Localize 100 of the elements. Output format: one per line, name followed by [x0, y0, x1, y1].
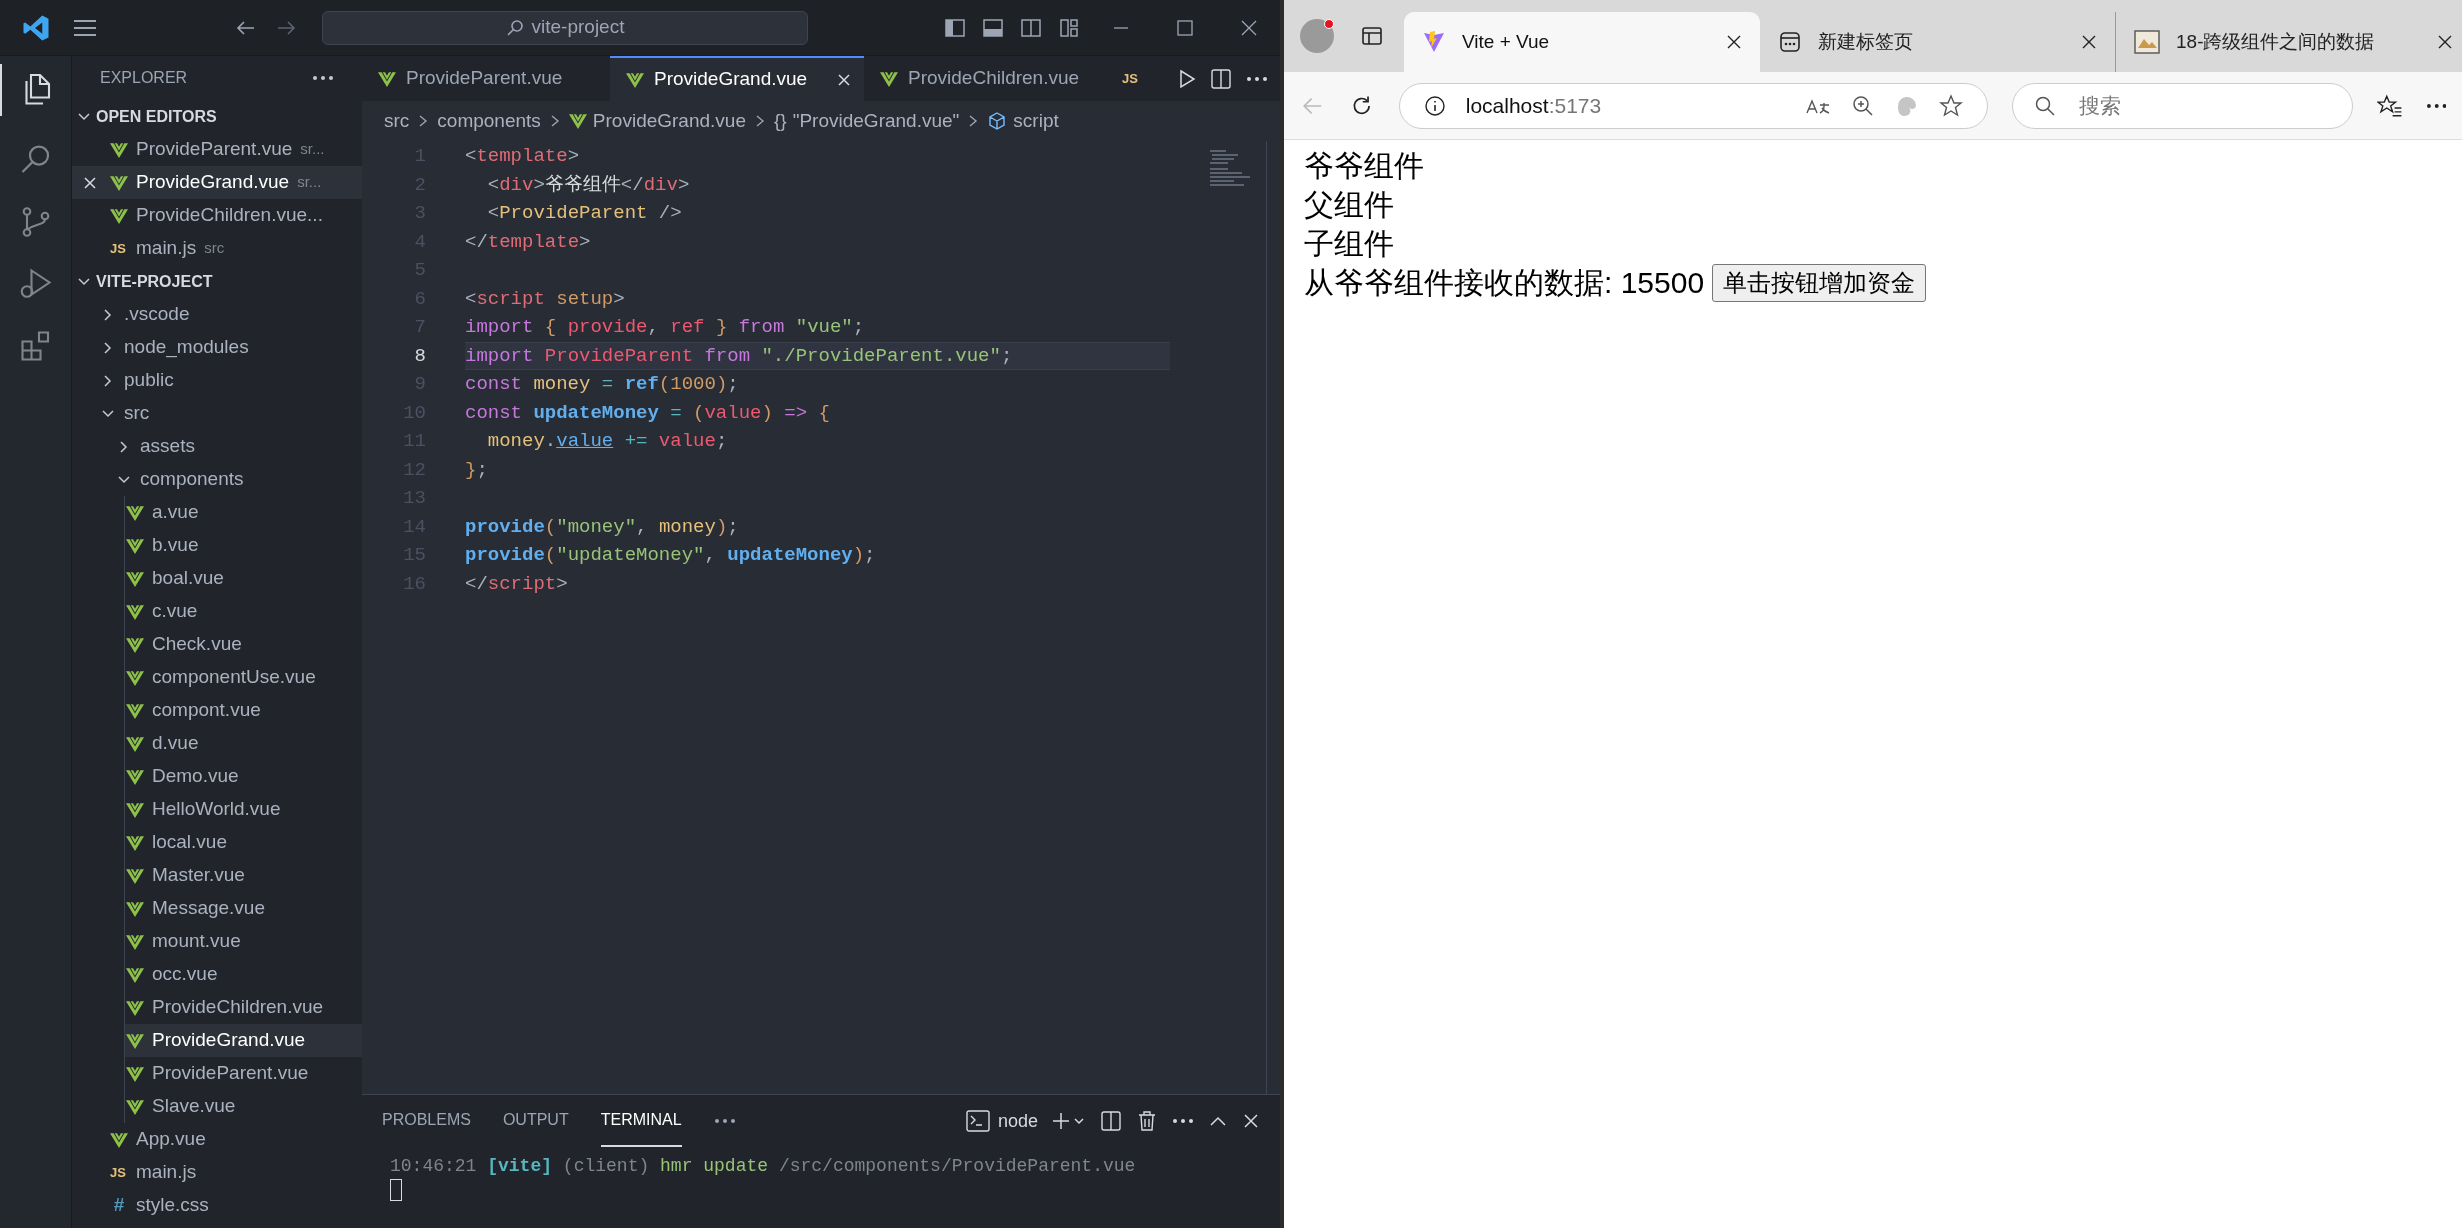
breadcrumb-item[interactable]: {} "ProvideGrand.vue" — [774, 106, 960, 136]
vue-logo-icon — [126, 933, 144, 950]
trash-icon[interactable] — [1136, 1110, 1158, 1132]
page-text: 爷爷组件 — [1304, 148, 1424, 184]
close-icon[interactable] — [2081, 34, 2097, 50]
folder-item[interactable]: node_modules — [72, 331, 362, 364]
file-item[interactable]: Slave.vue — [125, 1090, 362, 1123]
open-editor-item[interactable]: ProvideParent.vue sr... — [72, 133, 362, 166]
folder-item[interactable]: src — [72, 397, 362, 430]
info-icon[interactable] — [1423, 94, 1446, 117]
menu-icon[interactable] — [72, 17, 98, 38]
search-icon — [2033, 94, 2056, 117]
code-line: import { provide, ref } from "vue"; — [465, 315, 866, 340]
open-editor-item[interactable]: ProvideGrand.vue sr... — [72, 166, 362, 199]
open-editor-item[interactable]: JS main.js src — [72, 232, 362, 265]
file-item[interactable]: # style.css — [72, 1189, 362, 1222]
split-terminal-icon[interactable] — [1100, 1110, 1122, 1132]
file-item[interactable]: mount.vue — [125, 925, 362, 958]
favorites-icon[interactable] — [2377, 93, 2403, 118]
vue-logo-icon — [126, 669, 144, 686]
file-item[interactable]: Check.vue — [125, 628, 362, 661]
toggle-sidebar-icon[interactable] — [944, 16, 966, 39]
maximize-icon[interactable] — [1176, 18, 1194, 37]
folder-item[interactable]: components — [72, 463, 362, 496]
cube-icon — [987, 111, 1008, 131]
layout-grid-icon[interactable] — [1058, 16, 1080, 39]
section-header[interactable]: OPEN EDITORS — [72, 100, 362, 133]
command-center[interactable]: vite-project — [322, 10, 808, 45]
file-item[interactable]: Message.vue — [125, 892, 362, 925]
breadcrumb-item[interactable]: src — [384, 106, 410, 136]
breadcrumb-item[interactable]: script — [987, 106, 1059, 136]
code-line: <script setup> — [465, 286, 626, 312]
folder-item[interactable]: public — [72, 364, 362, 397]
search-field[interactable]: 搜索 — [2011, 82, 2354, 129]
more-icon[interactable] — [312, 75, 334, 81]
file-item[interactable]: JS main.js — [72, 1156, 362, 1189]
breadcrumb-item[interactable]: components — [437, 106, 541, 136]
close-icon[interactable] — [836, 71, 852, 88]
file-item[interactable]: local.vue — [125, 826, 362, 859]
star-icon[interactable] — [1938, 93, 1963, 118]
file-item[interactable]: b.vue — [125, 529, 362, 562]
split-layout-icon[interactable] — [1020, 16, 1042, 39]
file-item[interactable]: Master.vue — [125, 859, 362, 892]
close-icon[interactable] — [82, 174, 98, 191]
file-item[interactable]: componentUse.vue — [125, 661, 362, 694]
page-icon — [1778, 30, 1802, 54]
page-text: 父组件 — [1304, 187, 1394, 223]
split-editor-icon[interactable] — [1210, 67, 1232, 90]
file-item[interactable]: ProvideGrand.vue — [125, 1024, 362, 1057]
close-icon[interactable] — [1240, 18, 1258, 37]
browser-tab[interactable]: Vite + Vue — [1404, 12, 1760, 72]
add-terminal-icon[interactable] — [1052, 1111, 1086, 1131]
close-icon[interactable] — [1242, 1112, 1260, 1130]
file-item[interactable]: d.vue — [125, 727, 362, 760]
toggle-panel-icon[interactable] — [982, 16, 1004, 39]
vue-logo-icon — [880, 70, 898, 87]
vue-logo-icon — [126, 834, 144, 851]
more-icon[interactable] — [1246, 75, 1268, 82]
panel-tab[interactable]: PROBLEMS — [382, 1095, 471, 1147]
editor-tab[interactable]: ProvideGrand.vue — [610, 56, 864, 101]
editor-tab[interactable]: ProvideChildren.vue — [864, 56, 1112, 101]
section-header[interactable]: VITE-PROJECT — [72, 265, 362, 298]
folder-item[interactable]: .vscode — [72, 298, 362, 331]
profile-avatar[interactable] — [1300, 19, 1334, 53]
file-item[interactable]: a.vue — [125, 496, 362, 529]
more-icon[interactable] — [1172, 1118, 1194, 1124]
file-item[interactable]: boal.vue — [125, 562, 362, 595]
vue-logo-icon — [126, 636, 144, 653]
maximize-panel-icon[interactable] — [1208, 1114, 1228, 1128]
run-icon[interactable] — [1178, 68, 1196, 89]
vue-logo-icon — [110, 207, 128, 224]
close-icon[interactable] — [2437, 34, 2453, 50]
tab-panel-icon[interactable] — [1360, 24, 1384, 48]
editor-tab[interactable]: ProvideParent.vue — [362, 56, 610, 101]
address-bar[interactable]: localhost:5173 — [1398, 82, 1988, 129]
more-icon[interactable] — [713, 1118, 736, 1124]
panel-tab[interactable]: TERMINAL — [600, 1095, 682, 1147]
file-item[interactable]: c.vue — [125, 595, 362, 628]
panel-tab[interactable]: OUTPUT — [502, 1095, 569, 1147]
vue-logo-icon — [126, 537, 144, 554]
more-icon[interactable] — [2426, 102, 2446, 109]
vue-logo-icon — [126, 1032, 144, 1049]
vue-logo-icon — [110, 141, 128, 158]
zoom-in-icon[interactable] — [1850, 93, 1875, 118]
code-line: provide("money", money); — [465, 514, 740, 540]
file-item[interactable]: occ.vue — [125, 958, 362, 991]
file-item[interactable]: HelloWorld.vue — [125, 793, 362, 826]
add-money-button[interactable]: 单击按钮增加资金 — [1712, 263, 1927, 302]
code-line: <div>爷爷组件</div> — [486, 172, 691, 198]
code-line: <template> — [465, 144, 581, 169]
file-item[interactable]: compont.vue — [125, 694, 362, 727]
file-item[interactable]: App.vue — [72, 1123, 362, 1156]
file-item[interactable]: ProvideChildren.vue — [125, 991, 362, 1024]
close-icon[interactable] — [1726, 34, 1742, 50]
file-item[interactable]: Demo.vue — [125, 760, 362, 793]
file-item[interactable]: ProvideParent.vue — [125, 1057, 362, 1090]
breadcrumb-item[interactable]: ProvideGrand.vue — [568, 106, 746, 136]
open-editor-item[interactable]: ProvideChildren.vue... — [72, 199, 362, 232]
terminal-selector[interactable]: node — [965, 1107, 1038, 1135]
folder-item[interactable]: assets — [72, 430, 362, 463]
